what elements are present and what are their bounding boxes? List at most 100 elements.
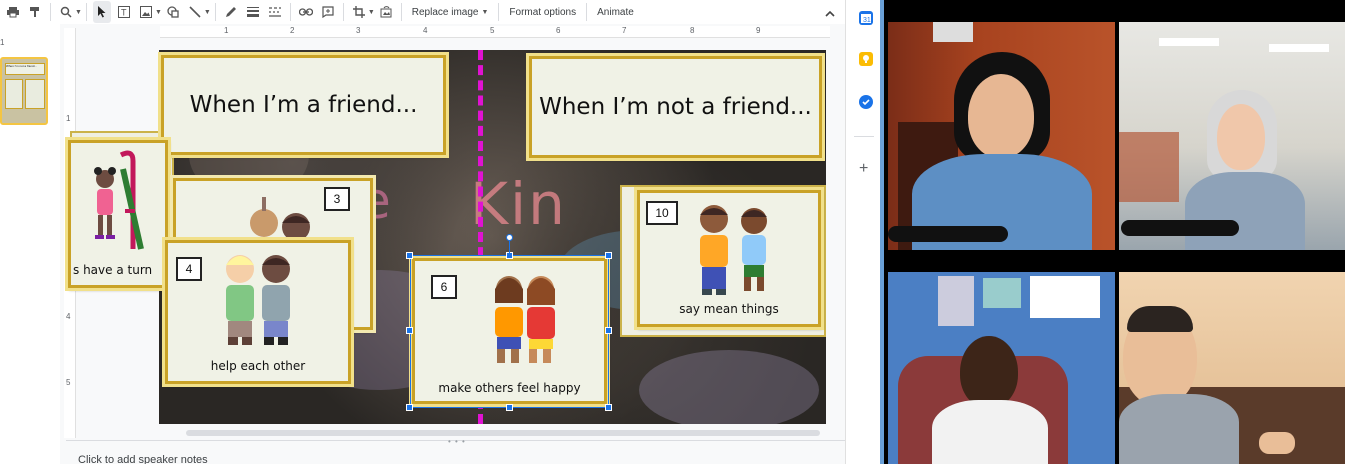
resize-handle[interactable] bbox=[605, 327, 612, 334]
side-panel-divider bbox=[854, 136, 874, 137]
reset-image-icon[interactable] bbox=[377, 1, 395, 23]
pen-icon[interactable] bbox=[222, 1, 240, 23]
toolbar-divider bbox=[50, 3, 51, 21]
ruler-tick: 4 bbox=[66, 312, 71, 321]
header-card-not-friend[interactable]: When I’m not a friend... bbox=[529, 56, 822, 158]
resize-handle[interactable] bbox=[605, 252, 612, 259]
header-not-friend-text: When I’m not a friend... bbox=[539, 94, 812, 120]
header-card-friend[interactable]: When I’m a friend... bbox=[161, 55, 446, 155]
card-number-box: 4 bbox=[176, 257, 202, 281]
participant-face bbox=[960, 336, 1018, 408]
ruler-tick: 5 bbox=[490, 26, 495, 35]
tasks-icon[interactable] bbox=[859, 95, 873, 109]
slide-thumbnail[interactable]: When I'm not a friend... bbox=[0, 57, 48, 125]
video-tile-participant-4[interactable] bbox=[1119, 272, 1345, 464]
slide-kids-illustration bbox=[700, 205, 767, 295]
calendar-icon[interactable]: 31 bbox=[859, 11, 873, 25]
wall-poster bbox=[938, 276, 974, 326]
background-shelf bbox=[1119, 132, 1179, 202]
ruler-tick: 2 bbox=[290, 26, 295, 35]
keep-icon[interactable] bbox=[859, 52, 873, 66]
rotate-handle-stem bbox=[509, 241, 510, 253]
text-box-icon[interactable]: T bbox=[115, 1, 133, 23]
resize-handle[interactable] bbox=[605, 404, 612, 411]
participant-tshirt bbox=[932, 400, 1048, 464]
slide-kids-illustration bbox=[226, 255, 290, 345]
chevron-up-icon[interactable] bbox=[821, 2, 839, 24]
redacted-name bbox=[888, 226, 1008, 242]
thumbnail-card bbox=[25, 79, 45, 109]
cursor-icon[interactable] bbox=[92, 1, 111, 23]
replace-image-caret-icon: ▼ bbox=[481, 8, 489, 16]
print-icon[interactable] bbox=[4, 1, 22, 23]
ruler-tick: 4 bbox=[423, 26, 428, 35]
slide-playground-illustration bbox=[94, 150, 144, 250]
participant-shirt bbox=[1119, 394, 1239, 464]
wall-poster bbox=[983, 278, 1021, 308]
ceiling-light bbox=[1269, 44, 1329, 52]
participant-shirt bbox=[1185, 172, 1305, 250]
svg-text:T: T bbox=[121, 8, 127, 18]
zoom-icon[interactable] bbox=[57, 1, 75, 23]
toolbar-divider bbox=[586, 3, 588, 21]
resize-handle[interactable] bbox=[506, 404, 513, 411]
image-icon[interactable] bbox=[137, 1, 155, 23]
plus-icon[interactable]: + bbox=[859, 160, 868, 178]
replace-image-button[interactable]: Replace image ▼ bbox=[406, 1, 495, 23]
resize-handle[interactable] bbox=[406, 327, 413, 334]
card-caption-prefix: s bbox=[73, 263, 84, 277]
horizontal-ruler: 1 2 3 4 5 6 7 8 9 bbox=[160, 26, 830, 38]
replace-image-label: Replace image bbox=[411, 6, 479, 18]
shape-icon[interactable] bbox=[164, 1, 182, 23]
resize-handle[interactable] bbox=[506, 252, 513, 259]
card-caption: make others feel happy bbox=[438, 381, 581, 395]
card-10-say-mean-things[interactable]: 10 say mean things bbox=[637, 190, 821, 327]
zoom-caret-icon[interactable]: ▼ bbox=[75, 9, 82, 16]
video-call-grid bbox=[880, 0, 1345, 464]
participant-face bbox=[1217, 104, 1265, 170]
resize-handle[interactable] bbox=[406, 252, 413, 259]
filmstrip: 1 When I'm not a friend... bbox=[0, 24, 60, 464]
border-dash-icon[interactable] bbox=[266, 1, 284, 23]
participant-hand bbox=[1259, 432, 1295, 454]
toolbar-divider bbox=[342, 3, 344, 21]
video-tile-participant-2[interactable] bbox=[1119, 22, 1345, 250]
line-caret-icon[interactable]: ▼ bbox=[204, 9, 211, 16]
line-icon[interactable] bbox=[186, 1, 204, 23]
video-tile-participant-3[interactable] bbox=[888, 272, 1115, 464]
card-caption-text: have a turn bbox=[83, 263, 153, 277]
ruler-tick: 6 bbox=[556, 26, 561, 35]
image-caret-icon[interactable]: ▼ bbox=[155, 9, 162, 16]
crop-caret-icon[interactable]: ▼ bbox=[368, 9, 375, 16]
ruler-tick: 3 bbox=[356, 26, 361, 35]
resize-handle[interactable] bbox=[406, 404, 413, 411]
ruler-tick: 1 bbox=[224, 26, 229, 35]
video-tile-participant-1[interactable] bbox=[888, 22, 1115, 250]
rotate-handle[interactable] bbox=[506, 234, 513, 241]
card-have-a-turn[interactable]: s have a turn bbox=[68, 140, 168, 288]
speaker-notes-placeholder[interactable]: Click to add speaker notes bbox=[78, 454, 208, 464]
horizontal-scrollbar[interactable] bbox=[186, 430, 820, 436]
comment-icon[interactable] bbox=[319, 1, 337, 23]
card-4-help-each-other[interactable]: 4 help each other bbox=[165, 240, 351, 384]
link-icon[interactable] bbox=[297, 1, 315, 23]
thumbnail-card bbox=[5, 79, 23, 109]
border-weight-icon[interactable] bbox=[244, 1, 262, 23]
slide-kids-illustration bbox=[495, 276, 555, 363]
card-number-box: 10 bbox=[646, 201, 678, 225]
side-panel: 31 + bbox=[845, 0, 880, 464]
paint-format-icon[interactable] bbox=[26, 1, 44, 23]
crop-icon[interactable] bbox=[350, 1, 368, 23]
notes-resize-handle[interactable]: • • • bbox=[448, 437, 466, 446]
slides-editor: ▼ T ▼ ▼ ▼ Replace image ▼ Format options… bbox=[0, 0, 880, 464]
toolbar-divider bbox=[214, 3, 216, 21]
ceiling-light bbox=[1159, 38, 1219, 46]
ruler-tick: 5 bbox=[66, 378, 71, 387]
thumbnail-title: When I'm not a friend... bbox=[5, 63, 45, 75]
ruler-tick: 1 bbox=[66, 114, 71, 123]
slide-number: 1 bbox=[0, 38, 5, 47]
animate-button[interactable]: Animate bbox=[591, 1, 640, 23]
card-6-make-others-feel-happy[interactable]: 6 make others feel happy bbox=[412, 258, 607, 404]
format-options-button[interactable]: Format options bbox=[503, 1, 582, 23]
slide-kids-illustration bbox=[250, 197, 310, 241]
